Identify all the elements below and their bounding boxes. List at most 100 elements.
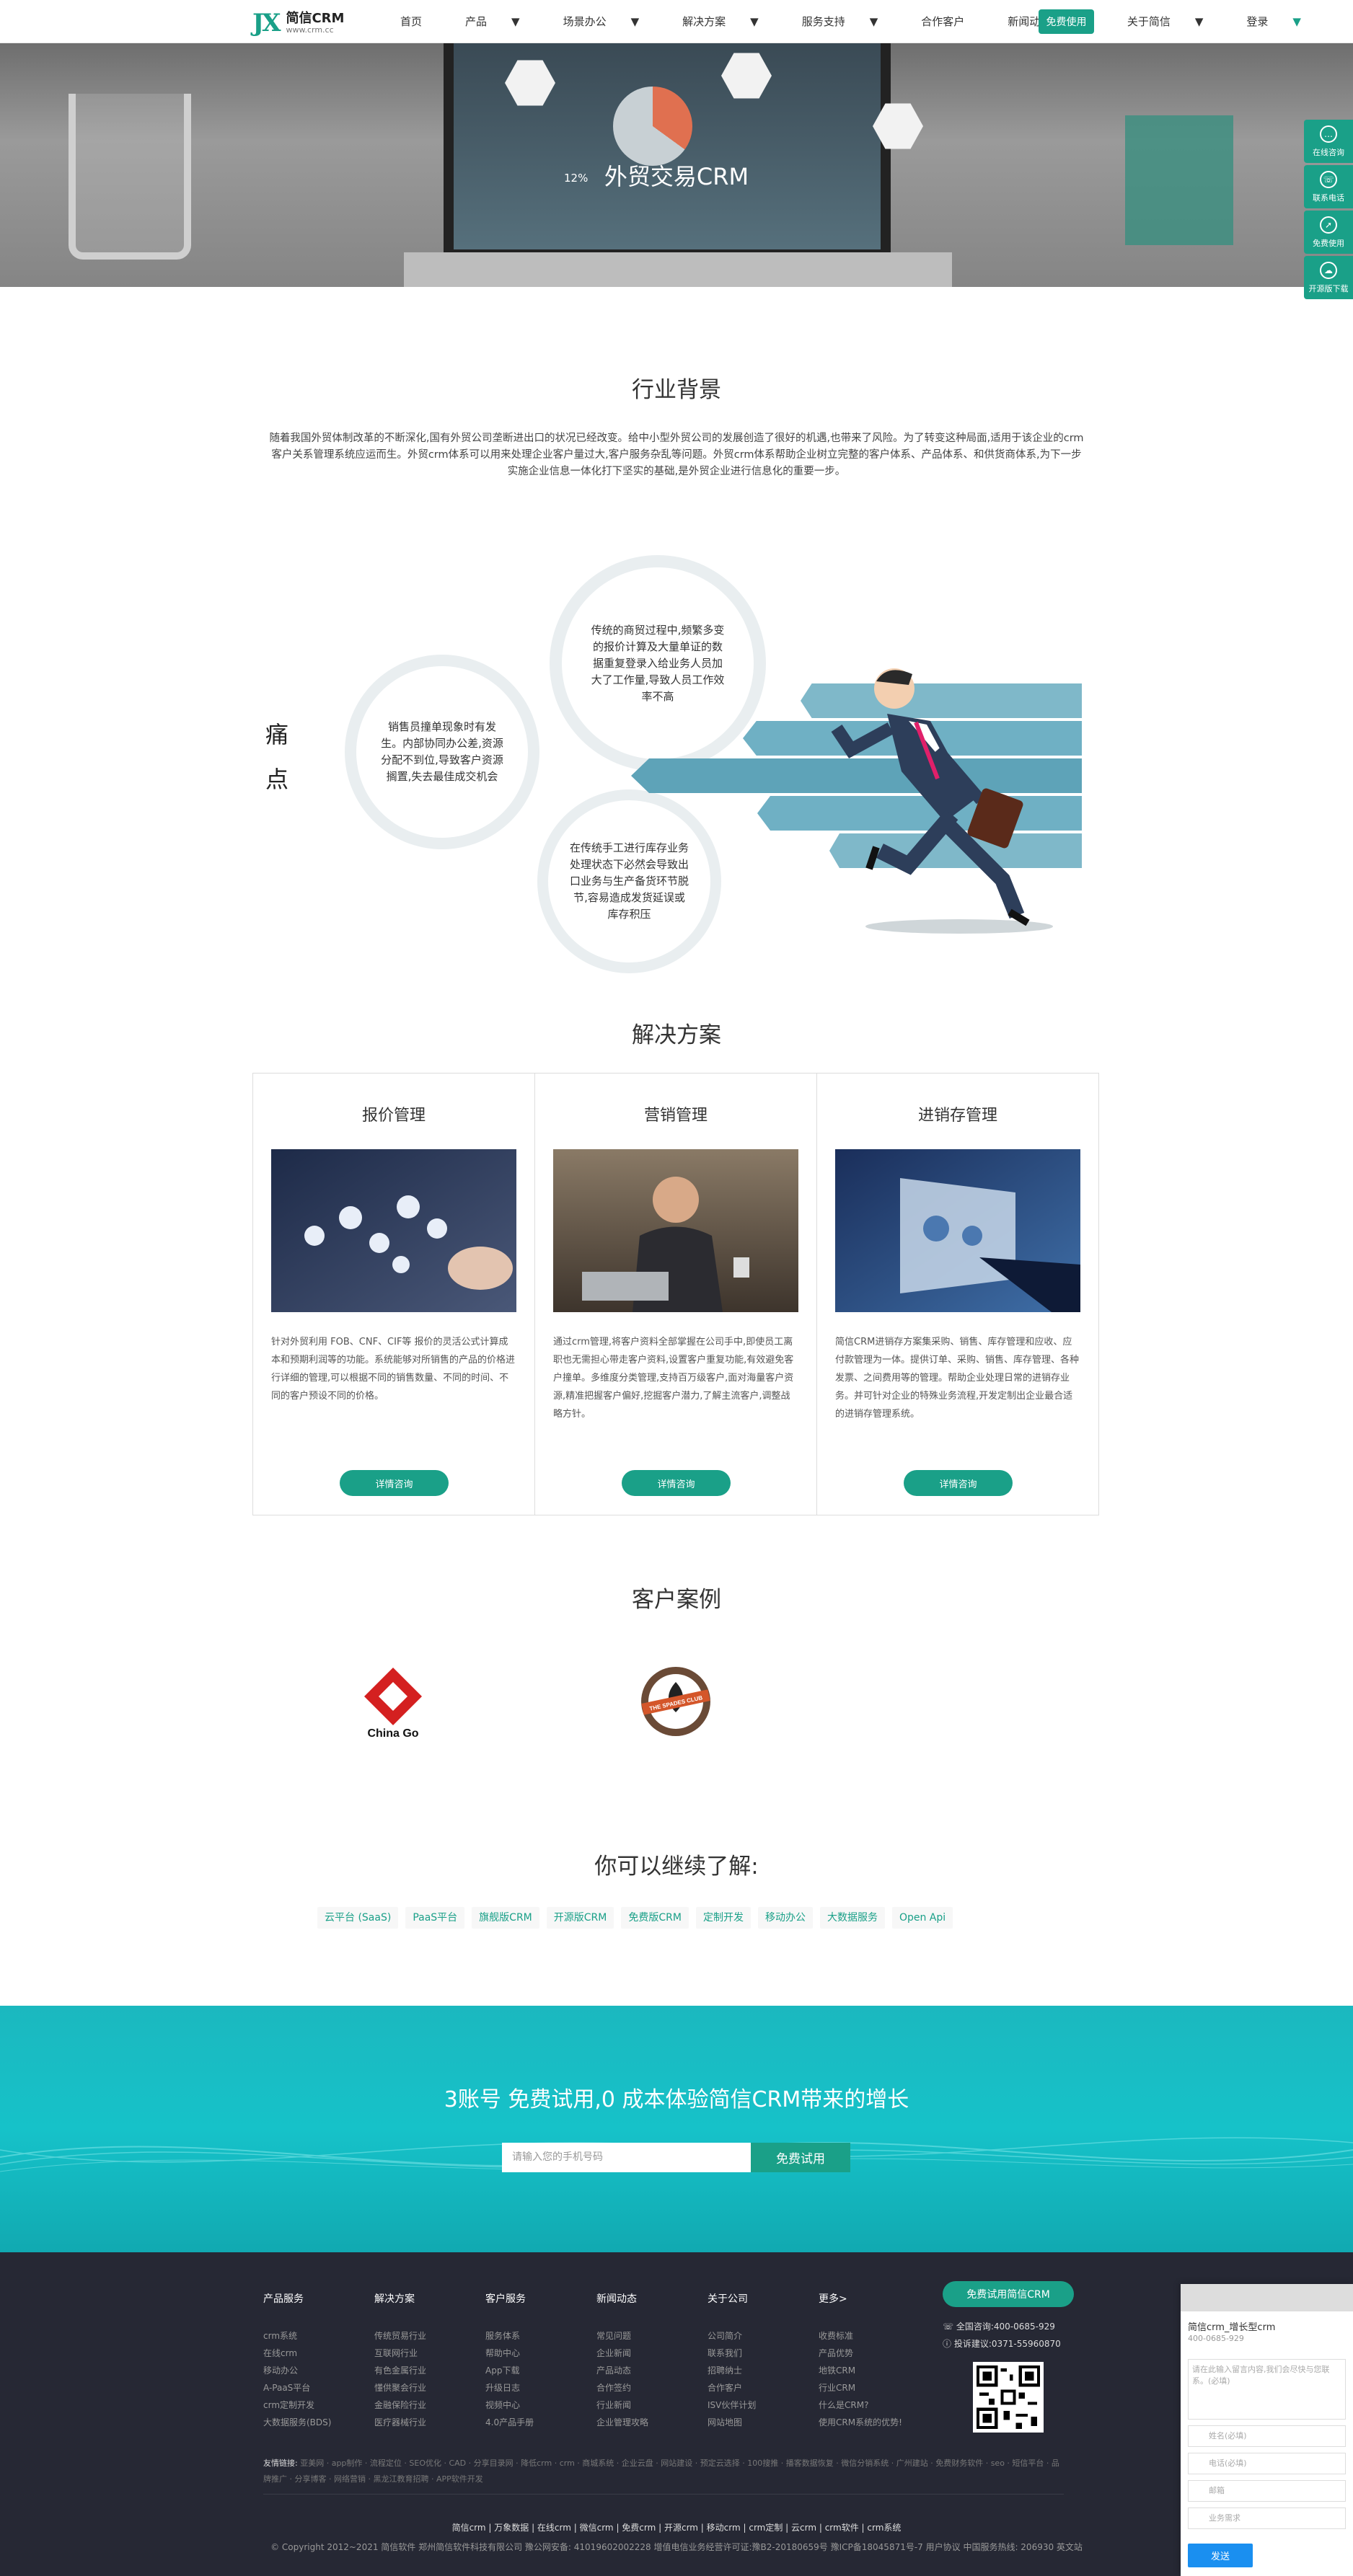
- footer-link[interactable]: 懂供聚会行业: [374, 2379, 468, 2396]
- footer-link[interactable]: 互联网行业: [374, 2345, 468, 2362]
- online-consult-button[interactable]: … 在线咨询: [1304, 120, 1353, 163]
- free-trial-button[interactable]: 免费试用: [751, 2143, 850, 2172]
- nav-item-solutions[interactable]: 解决方案 ▼: [682, 14, 780, 29]
- more-link[interactable]: 旗舰版CRM: [472, 1907, 539, 1929]
- footer-bottom-nav[interactable]: 简信crm | 万象数据 | 在线crm | 微信crm | 免费crm | 开…: [0, 2521, 1353, 2533]
- footer-link[interactable]: 金融保险行业: [374, 2396, 468, 2414]
- footer-link[interactable]: 4.0产品手册: [485, 2414, 579, 2431]
- footer-link[interactable]: 合作客户: [708, 2379, 801, 2396]
- free-use-side-button[interactable]: ➚ 免费使用: [1304, 211, 1353, 254]
- footer-link[interactable]: 网站地图: [708, 2414, 801, 2431]
- more-link[interactable]: 定制开发: [695, 1907, 751, 1929]
- footer-column-news: 新闻动态 常见问题 企业新闻 产品动态 合作签约 行业新闻 企业管理攻略: [596, 2291, 690, 2431]
- details-consult-button[interactable]: 详情咨询: [622, 1470, 731, 1496]
- more-link[interactable]: 开源版CRM: [546, 1907, 614, 1929]
- nav-item-scenes[interactable]: 场景办公 ▼: [563, 14, 661, 29]
- field-placeholder: 电话(必填): [1209, 2458, 1247, 2468]
- more-link[interactable]: Open Api: [891, 1907, 953, 1929]
- requirement-field[interactable]: 业务需求: [1188, 2508, 1346, 2529]
- more-link[interactable]: 大数据服务: [819, 1907, 885, 1929]
- footer-link[interactable]: 帮助中心: [485, 2345, 579, 2362]
- open-source-download-button[interactable]: ☁ 开源版下载: [1304, 256, 1353, 299]
- china-go-logo-icon: China Go: [364, 1668, 422, 1740]
- message-widget-header[interactable]: [1181, 2284, 1353, 2311]
- nav-item-support[interactable]: 服务支持 ▼: [802, 14, 900, 29]
- footer-link[interactable]: 在线crm: [263, 2345, 357, 2362]
- site-footer: 产品服务 crm系统 在线crm 移动办公 A-PaaS平台 crm定制开发 大…: [0, 2252, 1353, 2576]
- footer-link[interactable]: 服务体系: [485, 2327, 579, 2345]
- send-button[interactable]: 发送: [1188, 2544, 1253, 2567]
- footer-link[interactable]: 有色金属行业: [374, 2362, 468, 2379]
- footer-link[interactable]: ISV伙伴计划: [708, 2396, 801, 2414]
- footer-link[interactable]: crm定制开发: [263, 2396, 357, 2414]
- marketing-management-image: [553, 1149, 798, 1312]
- more-link[interactable]: 免费版CRM: [621, 1907, 689, 1929]
- details-consult-button[interactable]: 详情咨询: [340, 1470, 449, 1496]
- nav-item-about[interactable]: 关于简信 ▼: [1127, 14, 1225, 29]
- nav-label: 服务支持: [801, 14, 845, 28]
- tool-label: 免费使用: [1313, 238, 1344, 248]
- nav-item-partners[interactable]: 合作客户: [921, 14, 986, 29]
- footer-link[interactable]: 企业新闻: [596, 2345, 690, 2362]
- more-links: 云平台 (SaaS) PaaS平台 旗舰版CRM 开源版CRM 免费版CRM 定…: [317, 1907, 953, 1929]
- phone-field[interactable]: 电话(必填): [1188, 2453, 1346, 2474]
- banner-title: 3账号 免费试用,0 成本体验简信CRM带来的增长: [444, 2087, 909, 2112]
- footer-trial-button[interactable]: 免费试用简信CRM: [943, 2281, 1074, 2307]
- footer-column-title: 更多>: [819, 2293, 847, 2305]
- side-toolbar: … 在线咨询 ☏ 联系电话 ➚ 免费使用 ☁ 开源版下载: [1304, 120, 1353, 301]
- solution-cards: 报价管理 针对外贸利用 FOB、CNF、CIF等 报价的灵活公式计算成本和预期利…: [252, 1073, 1099, 1515]
- footer-link[interactable]: 移动办公: [263, 2362, 357, 2379]
- footer-link[interactable]: 地铁CRM: [819, 2362, 912, 2379]
- footer-link[interactable]: 传统贸易行业: [374, 2327, 468, 2345]
- footer-link[interactable]: 招聘纳士: [708, 2362, 801, 2379]
- footer-link[interactable]: 大数据服务(BDS): [263, 2414, 357, 2431]
- field-placeholder: 邮箱: [1209, 2486, 1225, 2495]
- footer-link[interactable]: crm系统: [263, 2327, 357, 2345]
- more-link[interactable]: PaaS平台: [405, 1907, 465, 1929]
- footer-link[interactable]: 视频中心: [485, 2396, 579, 2414]
- free-use-button[interactable]: 免费使用: [1039, 9, 1094, 34]
- widget-phone: 400-0685-929: [1188, 2334, 1244, 2343]
- nav-label: 登录: [1246, 14, 1269, 28]
- footer-link[interactable]: 行业新闻: [596, 2396, 690, 2414]
- footer-link[interactable]: 联系我们: [708, 2345, 801, 2362]
- spades-club-logo-icon: THE SPADES CLUB: [641, 1667, 710, 1736]
- name-field[interactable]: 姓名(必填): [1188, 2425, 1346, 2447]
- logo-url: www.crm.cc: [286, 25, 334, 35]
- china-go-logo[interactable]: China Go: [350, 1655, 436, 1748]
- more-link[interactable]: 云平台 (SaaS): [317, 1907, 399, 1929]
- footer-link[interactable]: 行业CRM: [819, 2379, 912, 2396]
- footer-link[interactable]: 医疗器械行业: [374, 2414, 468, 2431]
- nav-item-products[interactable]: 产品 ▼: [465, 14, 542, 29]
- footer-link[interactable]: A-PaaS平台: [263, 2379, 357, 2396]
- footer-column-service: 客户服务 服务体系 帮助中心 App下载 升级日志 视频中心 4.0产品手册: [485, 2291, 579, 2431]
- footer-link[interactable]: 合作签约: [596, 2379, 690, 2396]
- details-consult-button[interactable]: 详情咨询: [904, 1470, 1013, 1496]
- nav-item-home[interactable]: 首页: [400, 14, 444, 29]
- site-header: JX 简信CRM www.crm.cc 首页 产品 ▼ 场景办公 ▼ 解决方案 ▼ 服…: [0, 0, 1353, 43]
- footer-link[interactable]: 收费标准: [819, 2327, 912, 2345]
- footer-link[interactable]: 企业管理攻略: [596, 2414, 690, 2431]
- footer-column-title: 客户服务: [485, 2293, 526, 2305]
- logo[interactable]: JX 简信CRM www.crm.cc: [252, 7, 344, 39]
- email-field[interactable]: 邮箱: [1188, 2480, 1346, 2502]
- footer-link[interactable]: 常见问题: [596, 2327, 690, 2345]
- nav-item-login[interactable]: 登录 ▼: [1246, 14, 1323, 29]
- nav-label: 合作客户: [921, 14, 965, 28]
- pie-chart-icon: [613, 87, 692, 166]
- footer-link[interactable]: 使用CRM系统的优势!: [819, 2414, 912, 2431]
- footer-link[interactable]: 升级日志: [485, 2379, 579, 2396]
- footer-link[interactable]: 公司简介: [708, 2327, 801, 2345]
- caret-down-icon: ▼: [630, 14, 640, 28]
- more-link[interactable]: 移动办公: [757, 1907, 813, 1929]
- message-textarea[interactable]: 请在此输入留言内容,我们会尽快与您联系。(必填): [1188, 2359, 1346, 2420]
- nav-label: 关于简信: [1127, 14, 1171, 28]
- footer-link[interactable]: 什么是CRM?: [819, 2396, 912, 2414]
- spades-club-logo[interactable]: THE SPADES CLUB: [633, 1655, 719, 1748]
- footer-link[interactable]: App下载: [485, 2362, 579, 2379]
- phone-input[interactable]: 请输入您的手机号码: [502, 2143, 751, 2172]
- footer-link[interactable]: 产品动态: [596, 2362, 690, 2379]
- contact-phone-button[interactable]: ☏ 联系电话: [1304, 165, 1353, 208]
- footer-link[interactable]: 产品优势: [819, 2345, 912, 2362]
- friend-links-list[interactable]: 亚美网 · app制作 · 流程定位 · SEO优化 · CAD · 分享目录网…: [263, 2458, 1059, 2484]
